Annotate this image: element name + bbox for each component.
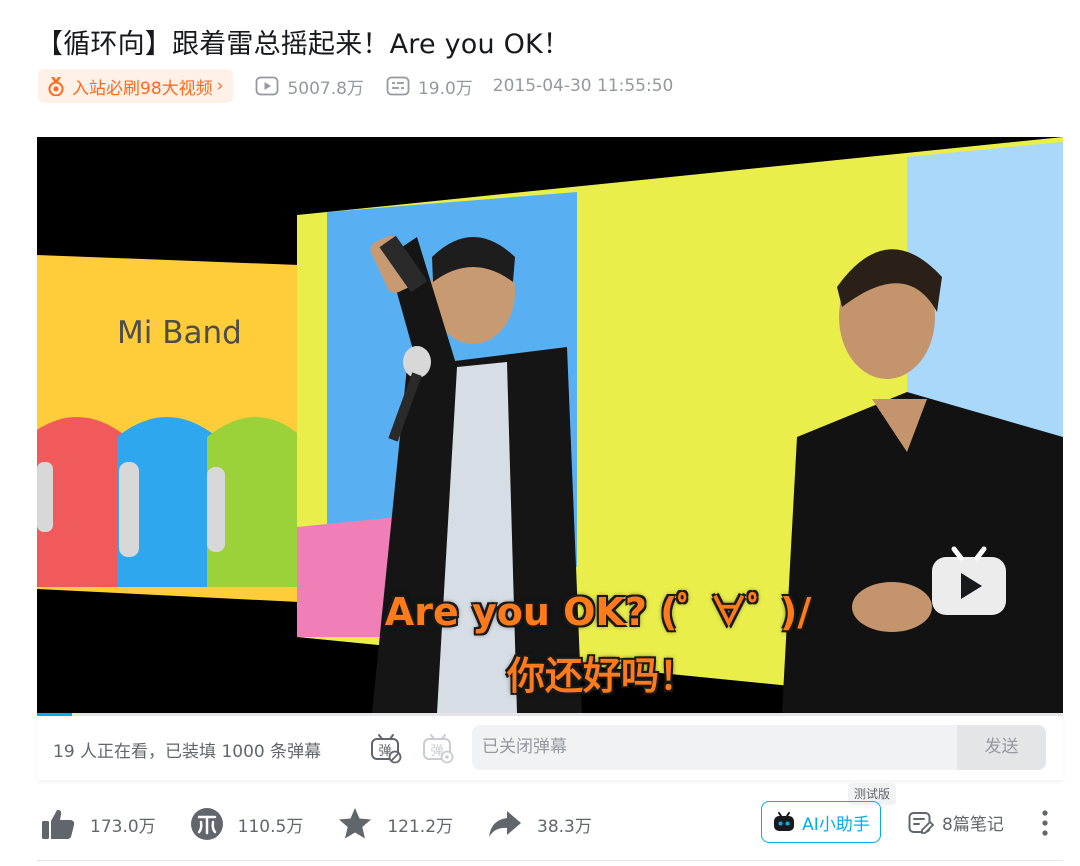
rank-badge-label: 入站必刷98大视频 (72, 78, 213, 99)
chevron-right-icon: › (216, 76, 224, 96)
send-button[interactable]: 发送 (957, 725, 1046, 770)
video-meta: 入站必刷98大视频 › 5007.8万 19.0万 2015-04-30 11:… (38, 68, 673, 104)
danmaku-toggle-icon[interactable]: 弹 (370, 732, 402, 764)
danmaku-input[interactable]: 已关闭弹幕 (472, 725, 957, 770)
video-player[interactable]: Mi Band Are you OK? (ﾟ ∀ﾟ )/ 你还好吗！ (37, 137, 1063, 713)
play-count-icon (256, 76, 279, 96)
slide-text: Mi Band (117, 315, 242, 351)
coin-button[interactable]: 110.5万 (190, 807, 303, 841)
action-bar: 173.0万 110.5万 121.2万 38.3万 (40, 800, 626, 848)
danmaku-count: 19.0万 (386, 74, 473, 99)
view-count: 5007.8万 (255, 74, 364, 99)
note-icon (908, 811, 934, 834)
danmaku-settings-icon[interactable]: 弹 (422, 732, 454, 764)
share-icon (489, 811, 522, 837)
ai-assistant-button[interactable]: AI小助手 (761, 801, 881, 843)
thumbs-up-icon (42, 809, 75, 839)
star-icon (339, 808, 372, 839)
favorite-button[interactable]: 121.2万 (337, 806, 453, 842)
subtitle-line-2: 你还好吗！ (506, 654, 697, 698)
like-button[interactable]: 173.0万 (40, 806, 156, 842)
subtitle-line-1: Are you OK? (ﾟ ∀ﾟ )/ (384, 590, 812, 634)
rank-badge[interactable]: 入站必刷98大视频 › (38, 69, 234, 103)
medal-icon (48, 77, 64, 96)
danmaku-icon (386, 76, 410, 96)
publish-date: 2015-04-30 11:55:50 (492, 76, 674, 96)
robot-icon (774, 812, 795, 831)
share-button[interactable]: 38.3万 (487, 806, 592, 842)
coin-icon (190, 808, 223, 840)
divider (37, 860, 1063, 861)
video-title: 【循环向】跟着雷总摇起来！Are you OK！ (36, 29, 571, 60)
play-icon[interactable] (930, 545, 1008, 617)
viewer-count: 19 人正在看，已装填 1000 条弹幕 (53, 742, 322, 762)
danmaku-bar: 19 人正在看，已装填 1000 条弹幕 弹 弹 已关闭弹幕 发送 (37, 716, 1063, 780)
more-icon[interactable] (1036, 808, 1054, 838)
notes-button[interactable]: 8篇笔记 (908, 810, 1004, 835)
